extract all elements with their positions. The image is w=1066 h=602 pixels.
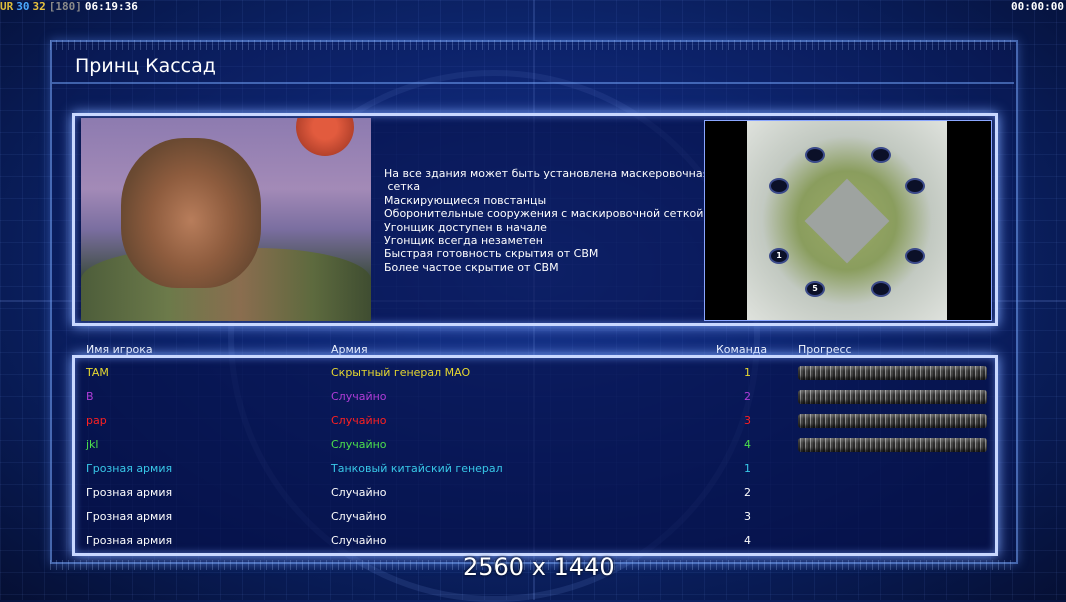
start-position xyxy=(871,281,891,297)
player-name: pap xyxy=(86,414,107,427)
start-position-1: 1 xyxy=(769,248,789,264)
hud-item: 32 xyxy=(32,0,46,13)
player-row: Грозная армия Танковый китайский генерал 1 xyxy=(0,459,1066,483)
player-team: 2 xyxy=(744,486,751,499)
player-team: 1 xyxy=(744,366,751,379)
player-name: Грозная армия xyxy=(86,486,173,499)
loading-progress-bar xyxy=(798,438,987,452)
portrait-head xyxy=(121,138,261,288)
hud-item: 06:19:36 xyxy=(84,0,138,13)
player-name: TAM xyxy=(86,366,109,379)
prince-kassad-portrait xyxy=(81,118,371,321)
hud-item: UR xyxy=(0,0,14,13)
hud-item: [180] xyxy=(48,0,82,13)
player-army: Танковый китайский генерал xyxy=(331,462,503,475)
player-row: pap Случайно 3 xyxy=(0,411,1066,435)
player-name: Грозная армия xyxy=(86,510,173,523)
feature-item: Оборонительные сооружения с маскировочно… xyxy=(384,207,704,221)
player-army: Случайно xyxy=(331,438,387,451)
feature-item: Маскирующиеся повстанцы xyxy=(384,193,547,207)
title-divider xyxy=(52,82,1014,84)
start-position xyxy=(769,178,789,194)
loading-progress-bar xyxy=(798,414,987,428)
player-row: TAM Скрытный генерал MAO 1 xyxy=(0,363,1066,387)
player-row: Грозная армия Случайно 4 xyxy=(0,531,1066,555)
general-features-list: На все здания может быть установлена мас… xyxy=(384,167,709,274)
player-army: Скрытный генерал MAO xyxy=(331,366,471,379)
start-position xyxy=(905,178,925,194)
player-team: 4 xyxy=(744,534,751,547)
player-army: Случайно xyxy=(331,510,387,523)
loading-progress-bar xyxy=(798,390,987,404)
player-row: B Случайно 2 xyxy=(0,387,1066,411)
feature-item: Угонщик доступен в начале xyxy=(384,220,547,234)
map-terrain: 1 5 xyxy=(747,121,947,320)
player-team: 4 xyxy=(744,438,751,451)
game-timer: 00:00:00 xyxy=(1011,0,1064,13)
player-team: 3 xyxy=(744,510,751,523)
player-army: Случайно xyxy=(331,414,387,427)
general-title: Принц Кассад xyxy=(75,55,216,77)
player-name: Грозная армия xyxy=(86,462,173,475)
player-name: B xyxy=(86,390,94,403)
player-army: Случайно xyxy=(331,486,387,499)
feature-item: На все здания может быть установлена мас… xyxy=(384,167,710,180)
start-position xyxy=(805,147,825,163)
feature-item: Угонщик всегда незаметен xyxy=(384,234,543,248)
resolution-label: 2560 x 1440 xyxy=(463,553,615,581)
player-army: Случайно xyxy=(331,534,387,547)
hud-item: 30 xyxy=(16,0,30,13)
top-hud: UR 30 32 [180] 06:19:36 xyxy=(0,0,141,13)
minimap: 1 5 xyxy=(704,120,992,321)
feature-item: Более частое скрытие от СВМ xyxy=(384,260,559,274)
ruler-top xyxy=(50,40,1016,50)
start-position xyxy=(905,248,925,264)
player-team: 1 xyxy=(744,462,751,475)
start-position xyxy=(871,147,891,163)
player-name: Грозная армия xyxy=(86,534,173,547)
feature-item: сетка xyxy=(384,180,421,194)
loading-progress-bar xyxy=(798,366,987,380)
start-position-5: 5 xyxy=(805,281,825,297)
player-team: 2 xyxy=(744,390,751,403)
player-row: Грозная армия Случайно 3 xyxy=(0,507,1066,531)
player-row: jkl Случайно 4 xyxy=(0,435,1066,459)
map-center-plateau xyxy=(804,178,890,264)
player-army: Случайно xyxy=(331,390,387,403)
player-name: jkl xyxy=(86,438,99,451)
sun-icon xyxy=(296,118,354,156)
player-row: Грозная армия Случайно 2 xyxy=(0,483,1066,507)
feature-item: Быстрая готовность скрытия от СВМ xyxy=(384,247,599,261)
player-team: 3 xyxy=(744,414,751,427)
